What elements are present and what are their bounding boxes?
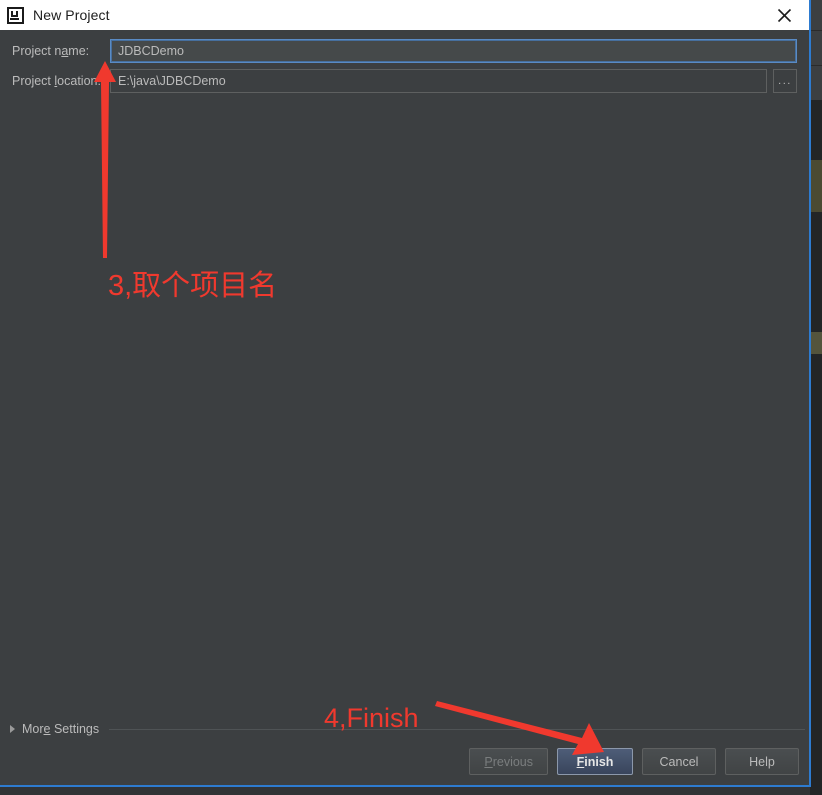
dialog-title: New Project: [33, 7, 110, 23]
label-text-part: Project: [12, 74, 55, 88]
chevron-right-icon: [10, 725, 15, 733]
button-mnemonic: P: [484, 754, 493, 769]
label-text-part: ocation:: [57, 74, 101, 88]
button-mnemonic: F: [576, 754, 585, 769]
project-name-label: Project name:: [12, 44, 110, 58]
project-name-input[interactable]: JDBCDemo: [110, 39, 797, 63]
dialog-button-bar: Previous Finish Cancel Help: [469, 748, 799, 775]
button-label-part: revious: [492, 754, 533, 769]
label-text-part: me:: [68, 44, 90, 58]
help-button[interactable]: Help: [725, 748, 799, 775]
background-band: [810, 100, 822, 160]
background-band-highlight: [810, 332, 822, 354]
background-band-highlight: [810, 160, 822, 212]
project-name-row: Project name: JDBCDemo: [12, 39, 797, 63]
background-band: [810, 0, 822, 30]
browse-folder-button[interactable]: ...: [773, 69, 797, 93]
background-band: [810, 66, 822, 100]
project-location-row: Project location: E:\java\JDBCDemo ...: [12, 69, 797, 93]
finish-button[interactable]: Finish: [557, 748, 633, 775]
more-settings-toggle[interactable]: More Settings: [10, 722, 99, 736]
label-text-part: Project n: [12, 44, 62, 58]
separator-line: [109, 728, 805, 730]
dialog-titlebar: New Project: [0, 0, 809, 30]
button-label-part: Cancel: [659, 754, 699, 769]
label-text-part: Mor: [22, 722, 44, 736]
project-location-input[interactable]: E:\java\JDBCDemo: [110, 69, 767, 93]
background-band: [810, 31, 822, 65]
background-band: [810, 354, 822, 795]
new-project-dialog: New Project Project name: JDBCDemo Proje…: [0, 0, 811, 787]
label-text-part: Settings: [50, 722, 100, 736]
button-label-part: Help: [749, 754, 775, 769]
more-settings-row: More Settings: [10, 720, 805, 738]
project-location-label: Project location:: [12, 74, 110, 88]
more-settings-label: More Settings: [22, 722, 99, 736]
background-band: [810, 212, 822, 332]
button-label-part: inish: [584, 754, 614, 769]
dialog-body: Project name: JDBCDemo Project location:…: [0, 30, 809, 785]
intellij-idea-icon: [7, 6, 24, 24]
previous-button[interactable]: Previous: [469, 748, 548, 775]
close-icon[interactable]: [767, 0, 801, 30]
cancel-button[interactable]: Cancel: [642, 748, 716, 775]
